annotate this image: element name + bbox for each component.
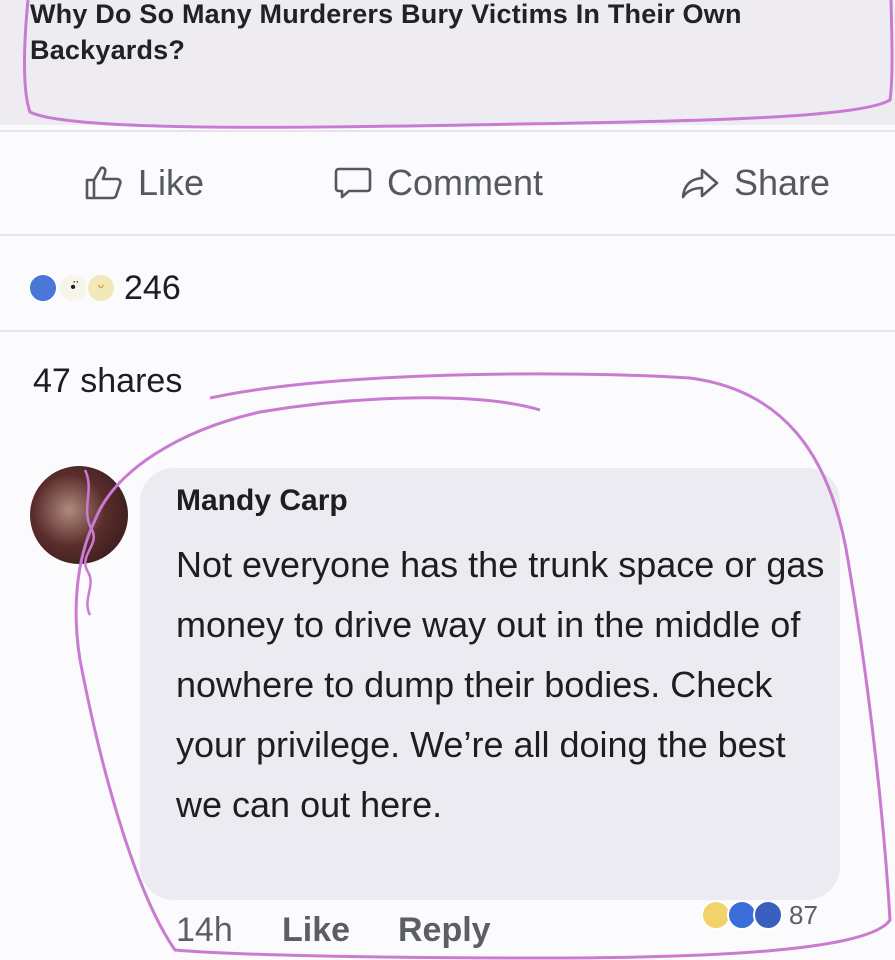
wow-reaction-icon: •̈	[60, 275, 86, 301]
share-button[interactable]: Share	[680, 160, 830, 206]
comment-reactions[interactable]: 87	[701, 895, 818, 935]
reaction-count: 246	[124, 268, 181, 307]
speech-bubble-icon	[334, 167, 372, 199]
thumbs-up-icon	[85, 166, 122, 200]
reactions-summary[interactable]: •̈ ᵕ 246	[28, 268, 181, 308]
like-reaction-icon	[28, 273, 58, 303]
avatar[interactable]	[30, 466, 128, 564]
like-button[interactable]: Like	[84, 160, 204, 206]
comment-like-button[interactable]: Like	[282, 905, 350, 955]
like-reaction-icon	[753, 900, 783, 930]
comment-reaction-count: 87	[789, 899, 818, 930]
share-arrow-icon	[681, 168, 719, 199]
link-headline[interactable]: Why Do So Many Murderers Bury Victims In…	[30, 0, 890, 68]
comment-button[interactable]: Comment	[333, 160, 543, 206]
like-label: Like	[138, 162, 205, 203]
divider	[0, 234, 895, 236]
divider	[0, 130, 895, 132]
divider	[0, 330, 895, 332]
share-count[interactable]: 47 shares	[33, 362, 182, 401]
comment-label: Comment	[387, 162, 544, 203]
comment-timestamp[interactable]: 14h	[176, 905, 233, 955]
haha-reaction-icon: ᵕ	[88, 275, 114, 301]
comment-text: Not everyone has the trunk space or gas …	[176, 544, 825, 825]
comment-reply-button[interactable]: Reply	[398, 905, 491, 955]
comment-author[interactable]: Mandy Carp	[176, 484, 348, 518]
share-label: Share	[734, 162, 831, 203]
